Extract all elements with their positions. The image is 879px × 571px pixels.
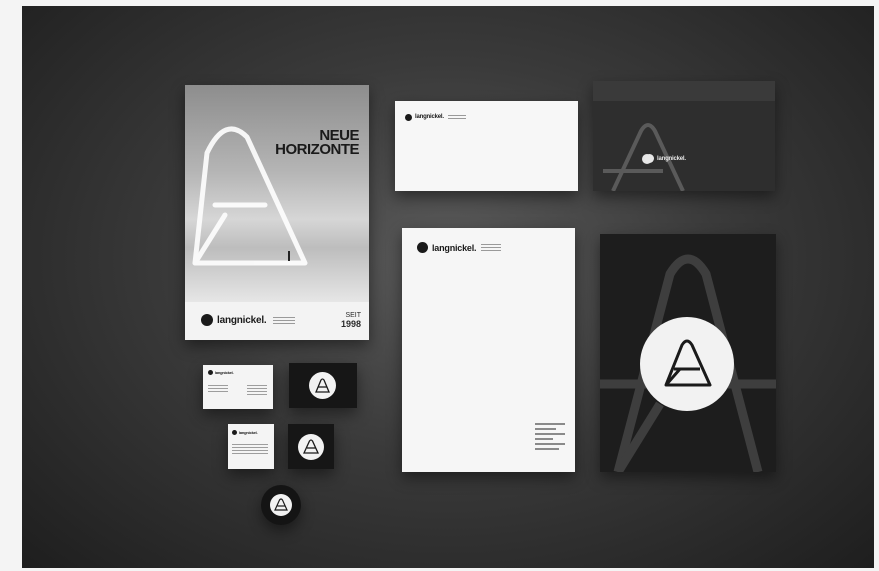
since-label: SEIT: [345, 312, 361, 319]
poster-photo: NEUE HORIZONTE: [185, 85, 369, 302]
slip-logo: langnickel.: [405, 113, 466, 121]
envelope-wordmark: langnickel.: [657, 155, 686, 162]
headline-line-2: HORIZONTE: [275, 141, 359, 158]
card-logo: langnickel.: [232, 430, 258, 435]
monogram-outline-graphic: [192, 126, 308, 266]
card-wordmark: langnickel.: [239, 430, 258, 435]
poster-logo: langnickel.: [201, 314, 295, 326]
monogram-icon: [664, 339, 712, 387]
business-card-back-2: [288, 424, 334, 469]
poster-headline: NEUE HORIZONTE: [275, 128, 359, 158]
poster-footer: langnickel. SEIT 1998: [185, 302, 369, 340]
logo-mark-icon: [417, 242, 428, 253]
logo-mark-icon: [232, 430, 237, 435]
card-text-lines: [208, 383, 228, 394]
slip-fineprint: [447, 113, 466, 121]
monogram-icon: [274, 498, 288, 511]
logo-mark-icon: [201, 314, 213, 326]
envelope: langnickel.: [593, 81, 775, 191]
card-monogram-badge: [298, 434, 324, 460]
card-wordmark: langnickel.: [215, 370, 234, 375]
poster-fineprint: [272, 315, 295, 326]
business-card-front-1: langnickel.: [203, 365, 273, 409]
logo-mark-icon: [208, 370, 213, 375]
poster-wordmark: langnickel.: [217, 314, 267, 326]
card-text-lines-right: [247, 383, 267, 397]
logo-mark-icon: [645, 154, 654, 163]
monogram-icon: [315, 378, 330, 393]
figure-silhouette: [288, 251, 290, 261]
letterhead-fineprint: [481, 242, 502, 253]
logo-mark-icon: [405, 113, 412, 121]
letterhead: langnickel.: [402, 228, 575, 472]
compliment-slip: langnickel.: [395, 101, 578, 191]
since-year: 1998: [340, 319, 361, 329]
sticker-monogram-badge: [270, 494, 292, 516]
card-text-lines: [232, 442, 268, 456]
envelope-graphic: [593, 81, 775, 191]
letterhead-wordmark: langnickel.: [432, 242, 477, 253]
business-card-back-1: [289, 363, 357, 408]
letterhead-logo: langnickel.: [417, 242, 502, 253]
card-logo: langnickel.: [208, 370, 234, 375]
stationery-mockup-scene: NEUE HORIZONTE langnickel. SEIT 1998 lan…: [22, 6, 874, 568]
poster-since: SEIT 1998: [340, 312, 361, 329]
card-monogram-badge: [309, 372, 336, 399]
monogram-icon: [302, 439, 320, 454]
envelope-logo: langnickel.: [645, 154, 686, 163]
business-card-front-2: langnickel.: [228, 424, 274, 469]
folder-logo-badge: [640, 317, 734, 411]
letterhead-address-block: [535, 420, 565, 453]
poster: NEUE HORIZONTE langnickel. SEIT 1998: [185, 85, 369, 340]
round-sticker: [261, 485, 301, 525]
slip-wordmark: langnickel.: [415, 114, 444, 120]
black-folder: [600, 234, 776, 472]
